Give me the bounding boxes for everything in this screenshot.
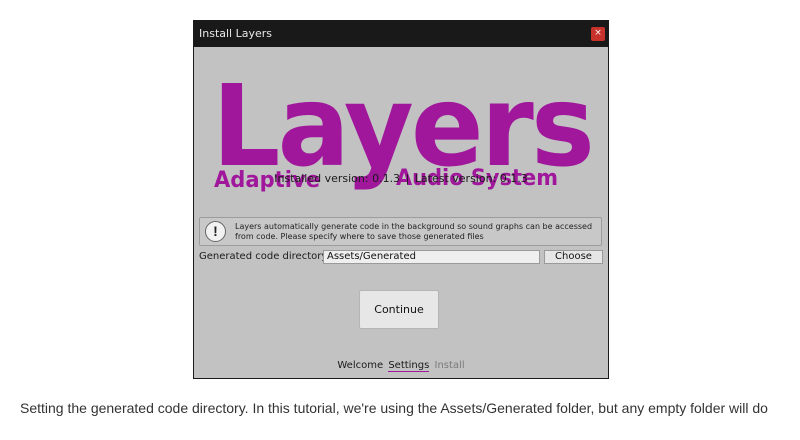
info-line-2: from code. Please specify where to save …	[235, 232, 484, 241]
step-welcome[interactable]: Welcome	[337, 360, 383, 371]
info-box: ! Layers automatically generate code in …	[199, 217, 602, 246]
close-button[interactable]: ×	[591, 27, 605, 41]
directory-row: Generated code directory Assets/Generate…	[199, 250, 603, 265]
step-install[interactable]: Install	[435, 360, 465, 371]
step-indicator: Welcome Settings Install	[194, 360, 608, 372]
install-window: Install Layers × Layers Adaptive Audio S…	[193, 20, 609, 379]
step-settings[interactable]: Settings	[388, 360, 430, 372]
exclamation-icon: !	[205, 221, 226, 242]
version-separator: |	[405, 172, 410, 185]
installed-version: Installed version: 0.1.3	[274, 172, 401, 185]
window-title: Install Layers	[199, 27, 273, 40]
directory-input[interactable]: Assets/Generated	[323, 250, 540, 264]
directory-label: Generated code directory	[199, 251, 328, 262]
version-info: Installed version: 0.1.3 | Latest versio…	[194, 172, 608, 185]
caption-text: Setting the generated code directory. In…	[20, 400, 768, 416]
choose-button[interactable]: Choose	[544, 250, 603, 264]
close-icon: ×	[594, 28, 602, 38]
title-bar[interactable]: Install Layers ×	[194, 21, 608, 47]
info-line-1: Layers automatically generate code in th…	[235, 222, 593, 231]
latest-version: Latest version: 0.1.3	[414, 172, 528, 185]
info-text: Layers automatically generate code in th…	[235, 222, 595, 242]
continue-button[interactable]: Continue	[359, 290, 439, 329]
